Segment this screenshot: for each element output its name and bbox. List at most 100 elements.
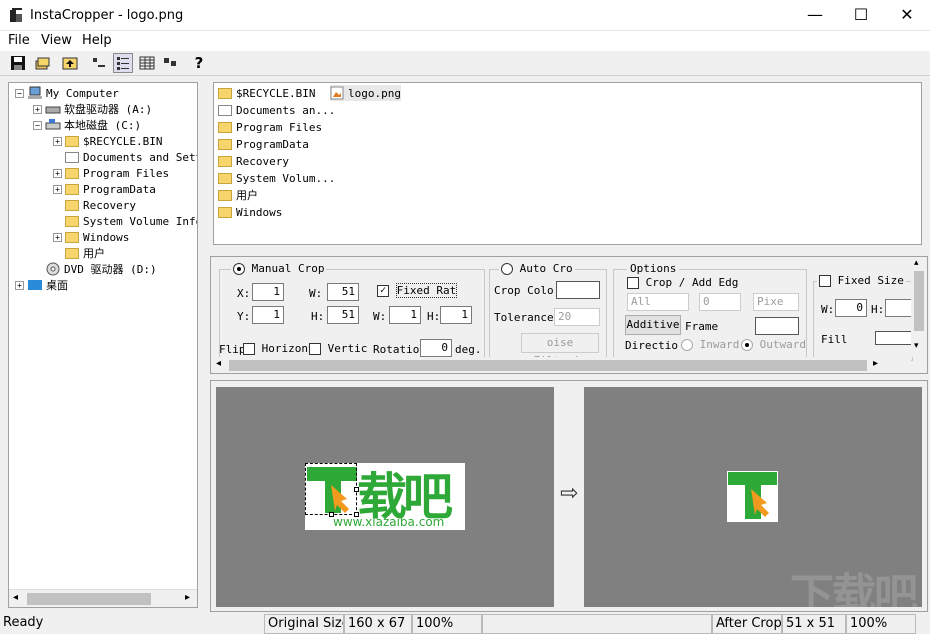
file-list[interactable]: $RECYCLE.BIN Documents an... Program Fil…: [213, 82, 922, 245]
crop-color-swatch[interactable]: [556, 281, 600, 299]
controls-hscroll[interactable]: ◂ ▸: [211, 357, 911, 373]
flip-label: Flip: [219, 343, 246, 356]
folder-icon: [218, 206, 232, 218]
tree-item-folder[interactable]: + Program Files: [53, 165, 169, 181]
fixed-ratio-checkbox[interactable]: ✓ Fixed Rat: [377, 283, 458, 298]
rotation-label: Rotation: [373, 343, 426, 356]
logo-image: 载吧 www.xiazaiba.com: [305, 463, 465, 530]
minimize-button[interactable]: —: [792, 0, 838, 31]
crop-add-edge-checkbox[interactable]: Crop / Add Edg: [627, 276, 738, 289]
tree-item-floppy[interactable]: + 软盘驱动器 (A:): [33, 101, 152, 117]
crop-handle[interactable]: [329, 512, 334, 517]
image-file-icon: [330, 86, 344, 100]
folder-icon: [65, 231, 79, 243]
tree-item-dvd[interactable]: DVD 驱动器 (D:): [45, 261, 157, 277]
fill-color-swatch[interactable]: [875, 331, 915, 345]
tree-item-desktop[interactable]: + 桌面: [15, 277, 68, 293]
controls-vscroll[interactable]: ▴ ▾: [911, 257, 927, 357]
h-label: H:: [311, 310, 325, 323]
ratio-h-input[interactable]: 1: [440, 306, 472, 324]
scrollbar-thumb[interactable]: [27, 593, 151, 605]
auto-crop-radio[interactable]: Auto Cro: [499, 262, 575, 275]
thumbnails-icon[interactable]: [160, 53, 180, 73]
window-title: InstaCropper - logo.png: [30, 8, 184, 23]
folder-icon: [65, 135, 79, 147]
tree-item-folder[interactable]: + ProgramData: [53, 181, 156, 197]
file-item[interactable]: Recovery: [218, 153, 289, 169]
tree-item-folder[interactable]: + $RECYCLE.BIN: [53, 133, 162, 149]
toolbar: ?: [0, 51, 930, 76]
frame-color-swatch[interactable]: [755, 317, 799, 335]
crop-handle[interactable]: [354, 512, 359, 517]
list-view-icon[interactable]: [113, 53, 133, 73]
fixed-size-group: [813, 281, 913, 361]
app-icon: [10, 8, 22, 22]
save-icon[interactable]: [8, 53, 28, 73]
tree-item-my-computer[interactable]: − My Computer: [15, 85, 119, 101]
tree-scrollbar[interactable]: ◂ ▸: [9, 589, 197, 607]
noise-filtering-button[interactable]: oise Filterin: [521, 333, 599, 367]
scrollbar-thumb[interactable]: [229, 360, 867, 371]
up-folder-icon[interactable]: [60, 53, 80, 73]
tolerance-input[interactable]: 20: [554, 308, 600, 326]
status-after-zoom: 100%: [846, 614, 916, 634]
batch-icon[interactable]: [32, 53, 52, 73]
tree-item-local-disk[interactable]: − 本地磁盘 (C:): [33, 117, 141, 133]
file-item[interactable]: ProgramData: [218, 136, 309, 152]
original-preview[interactable]: 载吧 www.xiazaiba.com: [216, 387, 554, 607]
manual-crop-radio[interactable]: Manual Crop: [231, 262, 327, 275]
fixed-w-input[interactable]: 0: [835, 299, 867, 317]
folder-icon: [218, 104, 232, 116]
edge-select[interactable]: All: [627, 293, 689, 311]
file-item[interactable]: Documents an...: [218, 102, 335, 118]
details-view-icon[interactable]: [137, 53, 157, 73]
h-input[interactable]: 51: [327, 306, 359, 324]
flip-vertical-checkbox[interactable]: Vertic: [309, 342, 367, 355]
crop-handle[interactable]: [354, 487, 359, 492]
tree-item-folder[interactable]: Documents and Sett: [65, 149, 197, 165]
frame-label: Frame: [685, 320, 719, 333]
title-bar: InstaCropper - logo.png — ☐ ✕: [0, 0, 930, 31]
w-input[interactable]: 51: [327, 283, 359, 301]
close-button[interactable]: ✕: [884, 0, 930, 31]
folder-icon: [218, 87, 232, 99]
y-input[interactable]: 1: [252, 306, 284, 324]
file-item[interactable]: 用户: [218, 187, 258, 203]
tree-item-folder[interactable]: Recovery: [65, 197, 136, 213]
file-item-selected[interactable]: logo.png: [330, 85, 401, 101]
file-item[interactable]: System Volum...: [218, 170, 335, 186]
inward-radio[interactable]: Inward: [681, 338, 739, 351]
x-input[interactable]: 1: [252, 283, 284, 301]
flip-horizontal-checkbox[interactable]: Horizont: [243, 342, 315, 355]
fixed-size-checkbox[interactable]: Fixed Size: [817, 274, 906, 287]
edge-unit-select[interactable]: Pixe: [753, 293, 799, 311]
rotation-input[interactable]: 0: [420, 339, 452, 357]
file-item[interactable]: Windows: [218, 204, 282, 220]
edge-amount-input[interactable]: 0: [699, 293, 741, 311]
maximize-button[interactable]: ☐: [838, 0, 884, 31]
menu-file[interactable]: File: [8, 33, 30, 48]
menu-help[interactable]: Help: [82, 33, 112, 48]
tree-item-folder[interactable]: System Volume Info: [65, 213, 197, 229]
cropped-preview: 下载吧: [584, 387, 922, 607]
additive-button[interactable]: Additive: [625, 315, 681, 335]
help-icon[interactable]: ?: [189, 53, 209, 73]
file-item[interactable]: $RECYCLE.BIN: [218, 85, 315, 101]
folder-tree[interactable]: − My Computer + 软盘驱动器 (A:) − 本地磁盘 (C:) + $RE…: [8, 82, 198, 608]
folder-icon: [65, 199, 79, 211]
scrollbar-thumb[interactable]: [914, 271, 924, 331]
tree-item-folder[interactable]: + Windows: [53, 229, 129, 245]
large-icons-icon[interactable]: [88, 53, 108, 73]
status-spacer: [482, 614, 712, 634]
tree-item-folder[interactable]: 用户: [65, 245, 105, 261]
crop-selection[interactable]: [305, 463, 357, 515]
menu-view[interactable]: View: [41, 33, 72, 48]
dvd-icon: [46, 262, 60, 276]
preview-area: 载吧 www.xiazaiba.com ⇨ 下载吧: [210, 380, 928, 612]
tolerance-label: Tolerance: [494, 311, 554, 324]
outward-radio[interactable]: Outward: [741, 338, 806, 351]
cropped-image: [727, 471, 778, 522]
ratio-w-input[interactable]: 1: [389, 306, 421, 324]
file-item[interactable]: Program Files: [218, 119, 322, 135]
folder-icon: [218, 121, 232, 133]
